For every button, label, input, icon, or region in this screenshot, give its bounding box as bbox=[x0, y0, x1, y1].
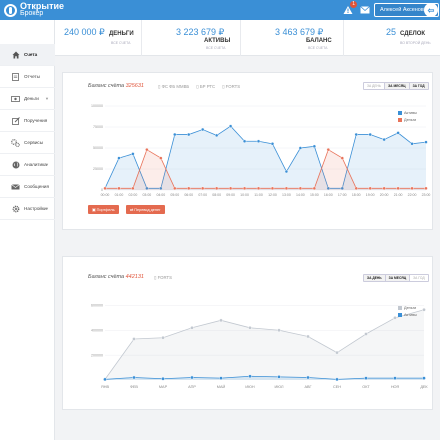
sidebar-item-label: Счета bbox=[24, 52, 38, 57]
gears-icon bbox=[11, 138, 20, 147]
sidebar-item-messages[interactable]: Сообщения bbox=[0, 176, 55, 198]
stat-label: БАЛАНС bbox=[306, 38, 332, 44]
market-item: ▯ FORTS bbox=[154, 275, 173, 280]
period-year[interactable]: ЗА ГОД bbox=[410, 275, 427, 281]
stat-label: ДЕНЬГИ bbox=[109, 31, 134, 37]
legend-swatch bbox=[398, 312, 402, 317]
stat-sub: ВСЕ СЧЕТА bbox=[111, 41, 131, 45]
warning-icon[interactable]: 1 bbox=[341, 1, 357, 17]
stat-value: 240 000 ₽ bbox=[64, 27, 105, 37]
legend-item: Активы bbox=[398, 311, 417, 318]
user-name: Алексей Аксенов bbox=[380, 7, 424, 13]
chevron-down-icon: ▼ bbox=[45, 162, 49, 167]
stat-money: 240 000 ₽ ДЕНЬГИ ВСЕ СЧЕТА bbox=[55, 20, 142, 56]
sidebar-item-label: Настройки bbox=[24, 206, 47, 211]
period-month[interactable]: ЗА МЕСЯЦ bbox=[385, 83, 410, 89]
sidebar-item-label: Сервисы bbox=[24, 140, 44, 145]
legend-swatch bbox=[398, 305, 402, 310]
stat-label: АКТИВЫ bbox=[204, 38, 231, 44]
portfolio-button[interactable]: ▣ Портфель bbox=[88, 205, 119, 214]
sidebar-item-label: Сообщения bbox=[24, 184, 49, 189]
legend-swatch bbox=[398, 110, 402, 115]
market-item: ▯ FORTS bbox=[222, 84, 241, 89]
sidebar-item-label: Поручения bbox=[24, 118, 48, 123]
market-item: ▯ БР РТС bbox=[196, 84, 216, 89]
period-month[interactable]: ЗА МЕСЯЦ bbox=[385, 275, 411, 281]
market-list: ▯ ФС ФБ ММВБ ▯ БР РТС ▯ FORTS bbox=[158, 84, 240, 90]
legend-item: Деньги bbox=[398, 116, 417, 123]
envelope-icon bbox=[11, 182, 20, 191]
stat-balance: 3 463 679 ₽ БАЛАНС ВСЕ СЧЕТА bbox=[241, 20, 344, 56]
edit-icon bbox=[11, 116, 20, 125]
chart1-legend: Активы Деньги bbox=[398, 109, 417, 123]
stat-value: 3 223 679 ₽ bbox=[176, 27, 225, 37]
stat-assets: 3 223 679 ₽ АКТИВЫ ВСЕ СЧЕТА bbox=[142, 20, 241, 56]
account-number: 325631 bbox=[125, 83, 144, 89]
logout-icon[interactable]: ⇦ bbox=[424, 3, 438, 17]
stat-sub: ВСЕ СЧЕТА bbox=[206, 46, 226, 50]
logo-line2: Брокер bbox=[20, 10, 44, 17]
sidebar-item-services[interactable]: Сервисы bbox=[0, 132, 55, 154]
home-icon bbox=[11, 50, 20, 59]
stat-sub: ВО ВТОРОЙ ДЕНЬ bbox=[400, 41, 431, 45]
document-icon bbox=[11, 72, 20, 81]
chart2-legend: Деньги Активы bbox=[398, 304, 417, 318]
period-toggle-1: ЗА ДЕНЬ ЗА МЕСЯЦ ЗА ГОД bbox=[363, 82, 429, 90]
sidebar-item-settings[interactable]: Настройки ▼ bbox=[0, 198, 55, 220]
logo[interactable]: Открытие Брокер bbox=[4, 1, 64, 19]
sidebar-item-label: Отчеты bbox=[24, 74, 40, 79]
period-day[interactable]: ЗА ДЕНЬ bbox=[364, 83, 386, 89]
sidebar-item-label: Деньги bbox=[24, 96, 39, 101]
sidebar-item-orders[interactable]: Поручения bbox=[0, 110, 55, 132]
transfer-money-button[interactable]: ⇄ Перевод денег bbox=[126, 205, 165, 214]
sidebar-item-label: Аналитика bbox=[24, 162, 47, 167]
stat-sub: ВСЕ СЧЕТА bbox=[308, 46, 328, 50]
sidebar-item-reports[interactable]: Отчеты bbox=[0, 66, 55, 88]
legend-swatch bbox=[398, 117, 402, 122]
sidebar: Счета Отчеты Деньги ▼ Поручения Сервисы … bbox=[0, 20, 55, 440]
account-number: 442131 bbox=[125, 274, 144, 280]
logo-mark-icon bbox=[4, 3, 17, 17]
globe-icon bbox=[11, 160, 20, 169]
stat-value: 25 bbox=[386, 27, 397, 37]
period-year[interactable]: ЗА ГОД bbox=[409, 83, 428, 89]
card1-title: Баланс счёта 325631 bbox=[88, 83, 144, 89]
stat-value: 3 463 679 ₽ bbox=[275, 27, 324, 37]
period-day[interactable]: ЗА ДЕНЬ bbox=[364, 275, 386, 281]
summary-stats: 240 000 ₽ ДЕНЬГИ ВСЕ СЧЕТА 3 223 679 ₽ А… bbox=[55, 20, 440, 56]
top-bar: Открытие Брокер 1 Алексей Аксенов ▼ ⇦ bbox=[0, 0, 440, 20]
sidebar-item-analytics[interactable]: Аналитика ▼ bbox=[0, 154, 55, 176]
sidebar-item-accounts[interactable]: Счета bbox=[0, 44, 55, 66]
chevron-down-icon: ▼ bbox=[45, 96, 49, 101]
money-icon bbox=[11, 94, 20, 103]
logo-line1: Открытие bbox=[20, 1, 65, 11]
mail-icon[interactable] bbox=[358, 3, 372, 17]
stat-label: СДЕЛОК bbox=[400, 31, 426, 37]
stat-deals: 25 СДЕЛОК ВО ВТОРОЙ ДЕНЬ bbox=[344, 20, 440, 56]
period-toggle-2: ЗА ДЕНЬ ЗА МЕСЯЦ ЗА ГОД bbox=[363, 274, 429, 282]
chevron-down-icon: ▼ bbox=[45, 206, 49, 211]
notification-badge: 1 bbox=[350, 1, 357, 8]
gear-icon bbox=[11, 204, 20, 213]
legend-item: Активы bbox=[398, 109, 417, 116]
market-item: ▯ ФС ФБ ММВБ bbox=[158, 84, 190, 89]
legend-item: Деньги bbox=[398, 304, 417, 311]
market-list: ▯ FORTS bbox=[154, 275, 172, 281]
sidebar-item-money[interactable]: Деньги ▼ bbox=[0, 88, 55, 110]
card2-title: Баланс счёта 442131 bbox=[88, 274, 144, 280]
